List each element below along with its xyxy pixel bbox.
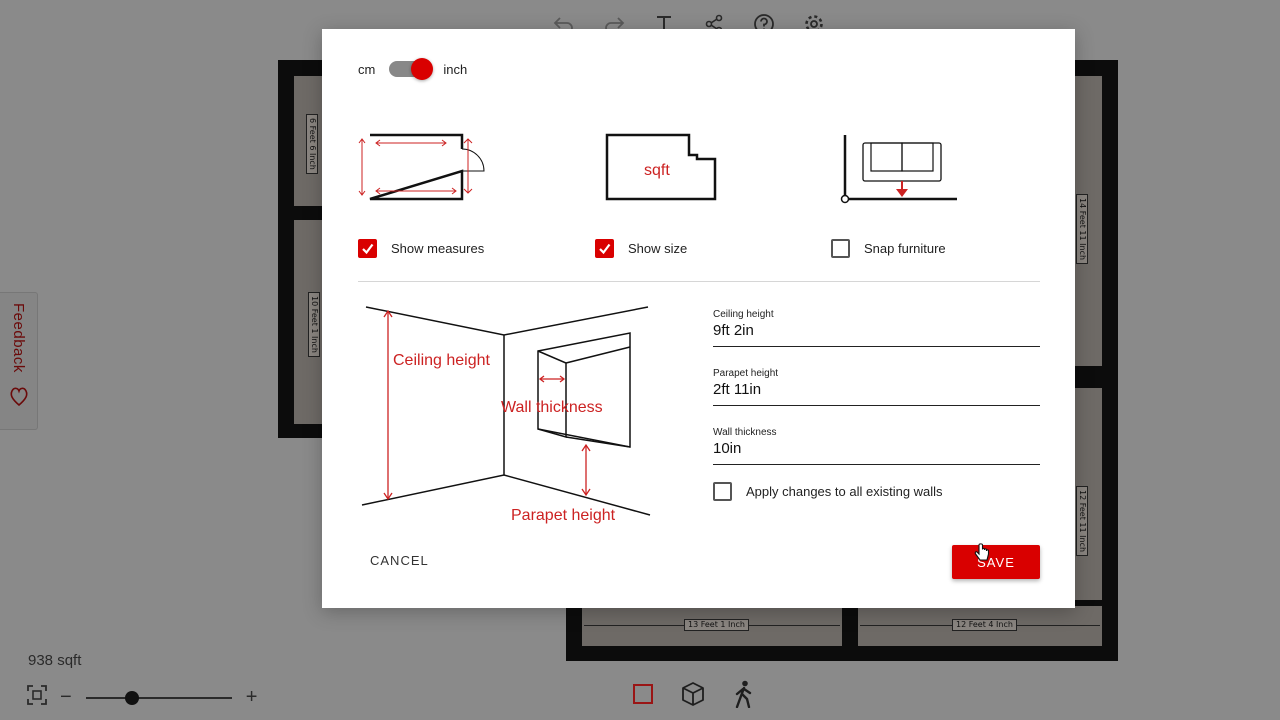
area-readout: 938 sqft bbox=[28, 652, 82, 669]
snap-furniture-row[interactable]: Snap furniture bbox=[831, 239, 946, 258]
show-size-label: Show size bbox=[628, 241, 688, 256]
measures-illustration bbox=[358, 129, 558, 209]
parapet-height-label: Parapet height bbox=[713, 368, 779, 379]
dimension-label: 12 Feet 4 Inch bbox=[952, 619, 1017, 631]
unit-inch-label[interactable]: inch bbox=[443, 62, 467, 77]
snap-furniture-label: Snap furniture bbox=[864, 241, 946, 256]
zoom-controls: − + bbox=[26, 684, 257, 711]
dimension-label: 10 Feet 1 Inch bbox=[308, 292, 320, 357]
zoom-slider-thumb[interactable] bbox=[125, 690, 140, 705]
feedback-label: Feedback bbox=[10, 303, 27, 373]
zoom-out-button[interactable]: − bbox=[60, 686, 72, 709]
snap-illustration bbox=[831, 129, 1031, 209]
fit-screen-icon[interactable] bbox=[26, 684, 48, 711]
option-show-size: sqft Show size bbox=[595, 129, 795, 258]
option-show-measures: Show measures bbox=[358, 129, 558, 258]
feedback-tab[interactable]: Feedback bbox=[0, 292, 38, 430]
size-illustration-text: sqft bbox=[644, 162, 670, 179]
illus-parapet-label: Parapet height bbox=[511, 507, 616, 524]
dimension-label: 12 Feet 11 Inch bbox=[1076, 486, 1088, 557]
feedback-heart-icon bbox=[9, 385, 29, 412]
apply-all-checkbox[interactable] bbox=[713, 482, 732, 501]
hand-cursor-icon bbox=[974, 543, 990, 568]
wall-thickness-label: Wall thickness bbox=[713, 427, 777, 438]
show-measures-row[interactable]: Show measures bbox=[358, 239, 484, 258]
wall-settings-dialog: cm inch Show measures sqft Show size Sna… bbox=[322, 29, 1075, 608]
zoom-in-button[interactable]: + bbox=[246, 686, 258, 709]
save-button[interactable]: SAVE bbox=[952, 545, 1040, 579]
show-size-row[interactable]: Show size bbox=[595, 239, 687, 258]
zoom-slider[interactable] bbox=[85, 690, 232, 705]
option-snap-furniture: Snap furniture bbox=[831, 129, 1031, 258]
wall-thickness-field[interactable]: Wall thickness 10in bbox=[713, 427, 1040, 465]
unit-switch-row: cm inch bbox=[358, 58, 467, 80]
show-measures-checkbox[interactable] bbox=[358, 239, 377, 258]
ceiling-height-field[interactable]: Ceiling height 9ft 2in bbox=[713, 309, 1040, 347]
view-mode-toolbar bbox=[632, 680, 756, 713]
dimension-label: 6 Feet 6 Inch bbox=[306, 114, 318, 174]
parapet-height-input[interactable]: 2ft 11in bbox=[713, 379, 1040, 405]
cancel-button[interactable]: CANCEL bbox=[370, 553, 429, 568]
dimension-label: 13 Feet 1 Inch bbox=[684, 619, 749, 631]
wall-thickness-input[interactable]: 10in bbox=[713, 438, 1040, 464]
walk-mode-icon[interactable] bbox=[732, 680, 756, 713]
show-measures-label: Show measures bbox=[391, 241, 485, 256]
3d-view-icon[interactable] bbox=[680, 681, 706, 712]
apply-all-row[interactable]: Apply changes to all existing walls bbox=[713, 482, 943, 501]
unit-cm-label[interactable]: cm bbox=[358, 62, 375, 77]
ceiling-height-input[interactable]: 9ft 2in bbox=[713, 320, 1040, 346]
wall-dimensions-illustration: Ceiling height Wall thickness Parapet he… bbox=[358, 301, 658, 531]
parapet-height-field[interactable]: Parapet height 2ft 11in bbox=[713, 368, 1040, 406]
snap-furniture-checkbox[interactable] bbox=[831, 239, 850, 258]
2d-view-icon[interactable] bbox=[632, 683, 654, 710]
show-size-checkbox[interactable] bbox=[595, 239, 614, 258]
apply-all-label: Apply changes to all existing walls bbox=[746, 484, 943, 499]
unit-toggle[interactable] bbox=[389, 58, 434, 80]
ceiling-height-label: Ceiling height bbox=[713, 309, 774, 320]
size-illustration: sqft bbox=[595, 129, 795, 209]
illus-ceiling-label: Ceiling height bbox=[393, 352, 490, 369]
dimension-label: 14 Feet 11 Inch bbox=[1076, 194, 1088, 265]
illus-wall-label: Wall thickness bbox=[501, 399, 603, 416]
unit-toggle-knob[interactable] bbox=[411, 58, 434, 80]
section-divider bbox=[358, 281, 1040, 282]
